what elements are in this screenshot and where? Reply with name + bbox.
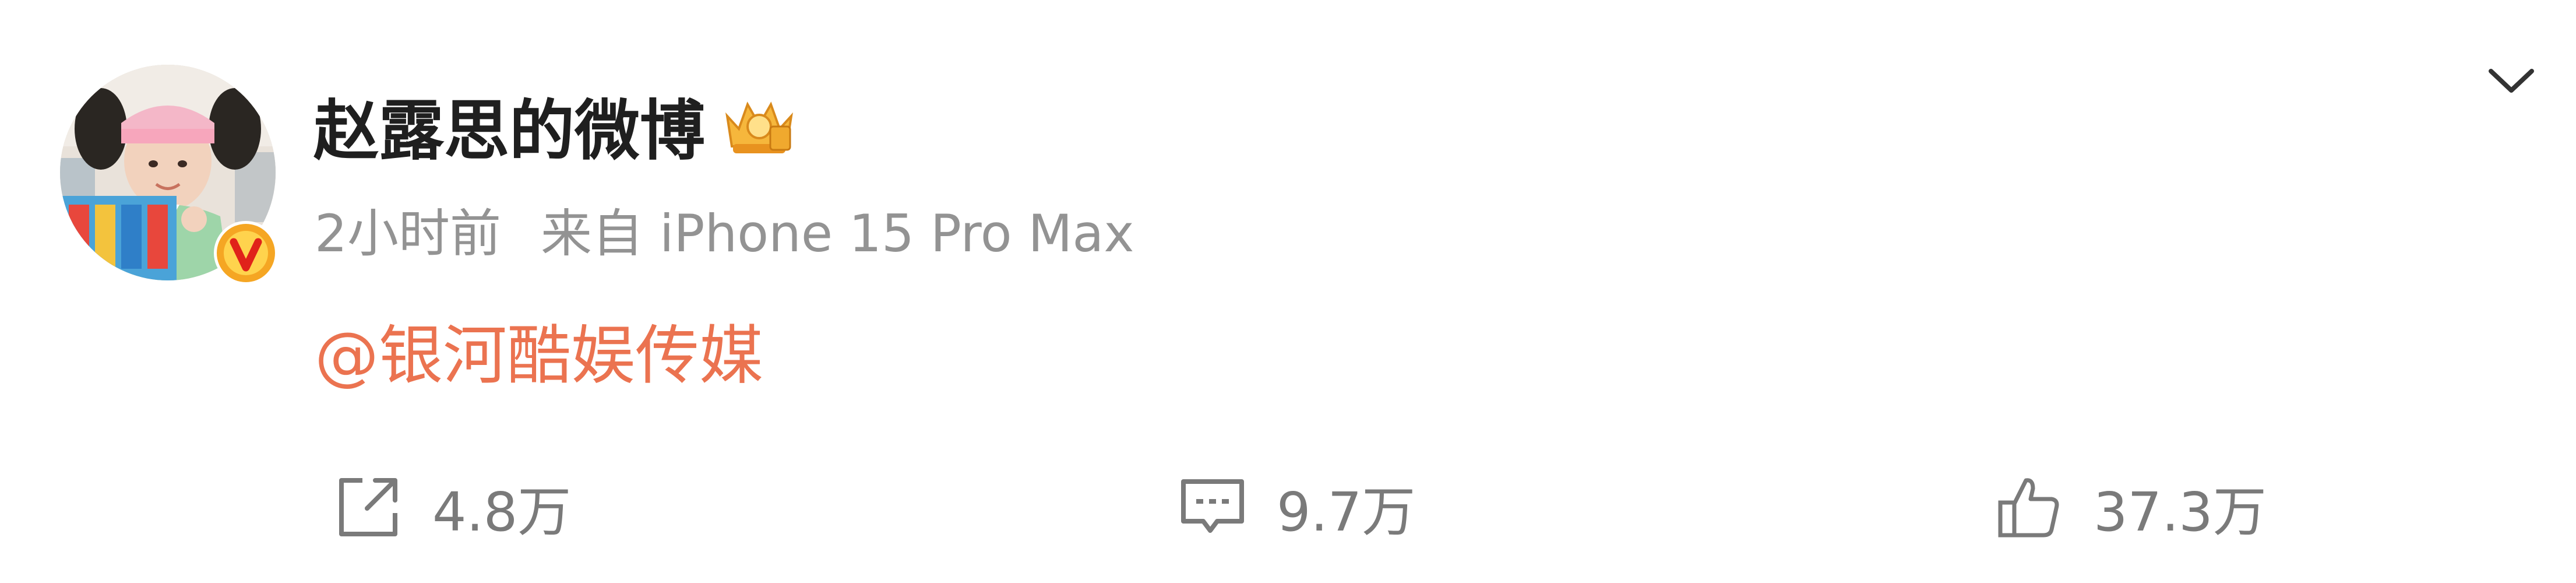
mention-link[interactable]: @银河酷娱传媒: [315, 303, 763, 396]
comment-button[interactable]: 9.7万: [1179, 466, 1415, 548]
repost-icon: [334, 473, 402, 541]
post-time: 2小时前: [315, 203, 501, 264]
post-source: 来自 iPhone 15 Pro Max: [540, 203, 1134, 264]
verified-v-icon: [214, 221, 278, 285]
like-button[interactable]: 37.3万: [1996, 466, 2267, 548]
comment-icon: [1179, 473, 1246, 541]
comment-count: 9.7万: [1277, 480, 1416, 543]
author-name[interactable]: 赵露思的微博: [313, 78, 705, 173]
like-count: 37.3万: [2094, 480, 2267, 543]
vip-crown-icon[interactable]: [721, 93, 797, 158]
post-meta: 2小时前 来自 iPhone 15 Pro Max: [315, 192, 1134, 266]
repost-count: 4.8万: [432, 480, 572, 543]
chevron-down-icon[interactable]: [2482, 58, 2540, 105]
avatar[interactable]: [60, 65, 278, 285]
repost-button[interactable]: 4.8万: [334, 466, 571, 548]
like-icon: [1996, 473, 2063, 541]
author-name-row: 赵露思的微博: [313, 85, 797, 169]
